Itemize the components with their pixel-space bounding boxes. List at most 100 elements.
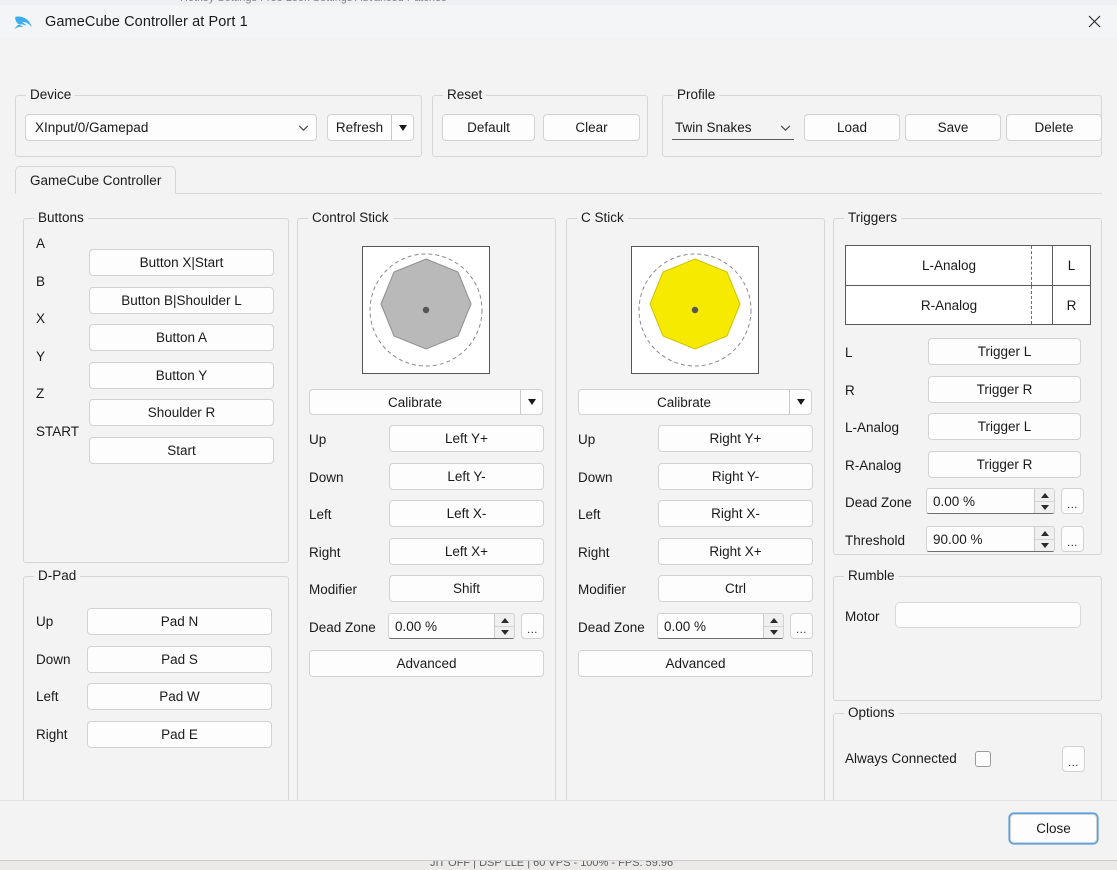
- refresh-button-label: Refresh: [335, 120, 384, 135]
- dpad-row-label-right: Right: [36, 727, 68, 742]
- control-stick-dead-zone-value: 0.00 %: [395, 618, 438, 634]
- control-stick-calibrate-dropdown-arrow[interactable]: [520, 390, 542, 414]
- c-stick-dead-zone-value: 0.00 %: [664, 618, 707, 634]
- buttons-mapping-a[interactable]: Button X|Start: [89, 249, 274, 276]
- tab-strip: GameCube Controller: [15, 166, 1102, 194]
- control-stick-calibrate-button[interactable]: Calibrate: [309, 389, 543, 415]
- c-stick-mapping-down[interactable]: Right Y-: [658, 463, 813, 490]
- c-stick-advanced-button[interactable]: Advanced: [578, 650, 813, 677]
- c-stick-row-label-up: Up: [578, 432, 596, 447]
- dialog-client-area: Device XInput/0/Gamepad Refresh Reset De…: [0, 38, 1117, 860]
- c-stick-dead-zone-increment[interactable]: [764, 614, 783, 626]
- c-stick-mapping-left[interactable]: Right X-: [658, 500, 813, 527]
- control-stick-mapping-down[interactable]: Left Y-: [389, 463, 544, 490]
- dpad-group-label: D-Pad: [34, 568, 81, 583]
- dpad-mapping-left[interactable]: Pad W: [87, 683, 272, 710]
- c-stick-dead-zone-spinner[interactable]: 0.00 %: [657, 613, 784, 639]
- c-stick-mapping-modifier[interactable]: Ctrl: [658, 575, 813, 602]
- triggers-mapping-l-analog[interactable]: Trigger L: [928, 413, 1081, 440]
- dpad-mapping-up[interactable]: Pad N: [87, 608, 272, 635]
- close-button[interactable]: Close: [1010, 814, 1097, 843]
- triggers-threshold-decrement[interactable]: [1035, 539, 1054, 551]
- triggers-threshold-spinner[interactable]: 90.00 %: [926, 526, 1055, 552]
- triggers-row-label-l: L: [845, 345, 853, 360]
- c-stick-group: C Stick Calibrate Up Right Y+ Down Right…: [566, 210, 825, 840]
- control-stick-row-label-down: Down: [309, 470, 344, 485]
- trigger-bar-row-l: L-Analog L: [846, 246, 1090, 285]
- control-stick-mapping-right[interactable]: Left X+: [389, 538, 544, 565]
- buttons-mapping-y[interactable]: Button Y: [89, 362, 274, 389]
- reset-default-button[interactable]: Default: [442, 114, 535, 141]
- dpad-mapping-right[interactable]: Pad E: [87, 721, 272, 748]
- trigger-bar-r-side-label: R: [1052, 286, 1090, 324]
- rumble-motor-field[interactable]: [895, 602, 1081, 628]
- c-stick-group-label: C Stick: [577, 210, 628, 225]
- rumble-group-label: Rumble: [844, 568, 899, 583]
- reset-group: Reset Default Clear: [432, 87, 648, 157]
- buttons-mapping-b[interactable]: Button B|Shoulder L: [89, 287, 274, 314]
- window-close-icon[interactable]: [1071, 5, 1117, 38]
- control-stick-mapping-up[interactable]: Left Y+: [389, 425, 544, 452]
- triggers-group: Triggers L-Analog L R-Analog R L Trigger…: [833, 210, 1102, 555]
- device-select-value: XInput/0/Gamepad: [35, 120, 149, 135]
- triggers-dead-zone-spinner[interactable]: 0.00 %: [926, 488, 1055, 514]
- control-stick-group-label: Control Stick: [308, 210, 393, 225]
- always-connected-checkbox[interactable]: [975, 751, 991, 767]
- triggers-dead-zone-decrement[interactable]: [1035, 501, 1054, 513]
- triggers-row-label-l-analog: L-Analog: [845, 420, 900, 435]
- triggers-mapping-r[interactable]: Trigger R: [928, 376, 1081, 403]
- triggers-row-label-r-analog: R-Analog: [845, 458, 902, 473]
- buttons-mapping-x[interactable]: Button A: [89, 324, 274, 351]
- trigger-bar-r-threshold-line: [1031, 286, 1033, 324]
- chevron-down-icon: [298, 125, 309, 132]
- triggers-row-label-r: R: [845, 383, 855, 398]
- triggers-mapping-r-analog[interactable]: Trigger R: [928, 451, 1081, 478]
- control-stick-row-label-right: Right: [309, 545, 341, 560]
- tab-gamecube-controller-label: GameCube Controller: [30, 172, 162, 188]
- refresh-dropdown-arrow[interactable]: [391, 115, 413, 140]
- control-stick-dead-zone-more-button[interactable]: ...: [521, 613, 544, 639]
- triggers-threshold-more-button[interactable]: ...: [1061, 526, 1084, 552]
- control-stick-dead-zone-decrement[interactable]: [495, 626, 514, 638]
- refresh-button[interactable]: Refresh: [327, 114, 414, 141]
- reset-clear-button[interactable]: Clear: [543, 114, 640, 141]
- control-stick-mapping-left[interactable]: Left X-: [389, 500, 544, 527]
- c-stick-mapping-up[interactable]: Right Y+: [658, 425, 813, 452]
- c-stick-visualizer[interactable]: [631, 246, 759, 374]
- buttons-row-label-z: Z: [36, 386, 45, 401]
- triggers-threshold-increment[interactable]: [1035, 527, 1054, 539]
- buttons-mapping-z[interactable]: Shoulder R: [89, 399, 274, 426]
- device-select[interactable]: XInput/0/Gamepad: [25, 114, 317, 141]
- profile-load-button[interactable]: Load: [804, 114, 900, 141]
- triggers-dead-zone-increment[interactable]: [1035, 489, 1054, 501]
- device-group-label: Device: [26, 87, 76, 102]
- rumble-motor-label: Motor: [845, 609, 880, 624]
- control-stick-dead-zone-spinner[interactable]: 0.00 %: [388, 613, 515, 639]
- triggers-analog-indicator: L-Analog L R-Analog R: [845, 245, 1091, 325]
- control-stick-dead-zone-increment[interactable]: [495, 614, 514, 626]
- dpad-mapping-down[interactable]: Pad S: [87, 646, 272, 673]
- control-stick-group: Control Stick Calibrate Up Left Y+ Down …: [297, 210, 556, 840]
- c-stick-dead-zone-decrement[interactable]: [764, 626, 783, 638]
- control-stick-mapping-modifier[interactable]: Shift: [389, 575, 544, 602]
- triggers-dead-zone-more-button[interactable]: ...: [1061, 488, 1084, 514]
- options-group-label: Options: [844, 705, 899, 720]
- always-connected-more-button[interactable]: ...: [1062, 746, 1085, 772]
- c-stick-row-label-modifier: Modifier: [578, 582, 627, 597]
- buttons-mapping-start[interactable]: Start: [89, 437, 274, 464]
- c-stick-mapping-right[interactable]: Right X+: [658, 538, 813, 565]
- profile-save-button[interactable]: Save: [905, 114, 1001, 141]
- tab-gamecube-controller[interactable]: GameCube Controller: [15, 166, 177, 194]
- control-stick-advanced-button[interactable]: Advanced: [309, 650, 544, 677]
- buttons-group-label: Buttons: [34, 210, 88, 225]
- control-stick-visualizer[interactable]: [362, 246, 490, 374]
- buttons-row-label-x: X: [36, 311, 46, 326]
- control-stick-row-label-up: Up: [309, 432, 327, 447]
- triggers-mapping-l[interactable]: Trigger L: [928, 338, 1081, 365]
- c-stick-calibrate-dropdown-arrow[interactable]: [789, 390, 811, 414]
- profile-delete-button[interactable]: Delete: [1006, 114, 1102, 141]
- c-stick-dead-zone-more-button[interactable]: ...: [790, 613, 813, 639]
- buttons-row-label-b: B: [36, 274, 46, 289]
- profile-select[interactable]: Twin Snakes: [672, 115, 794, 140]
- c-stick-calibrate-button[interactable]: Calibrate: [578, 389, 812, 415]
